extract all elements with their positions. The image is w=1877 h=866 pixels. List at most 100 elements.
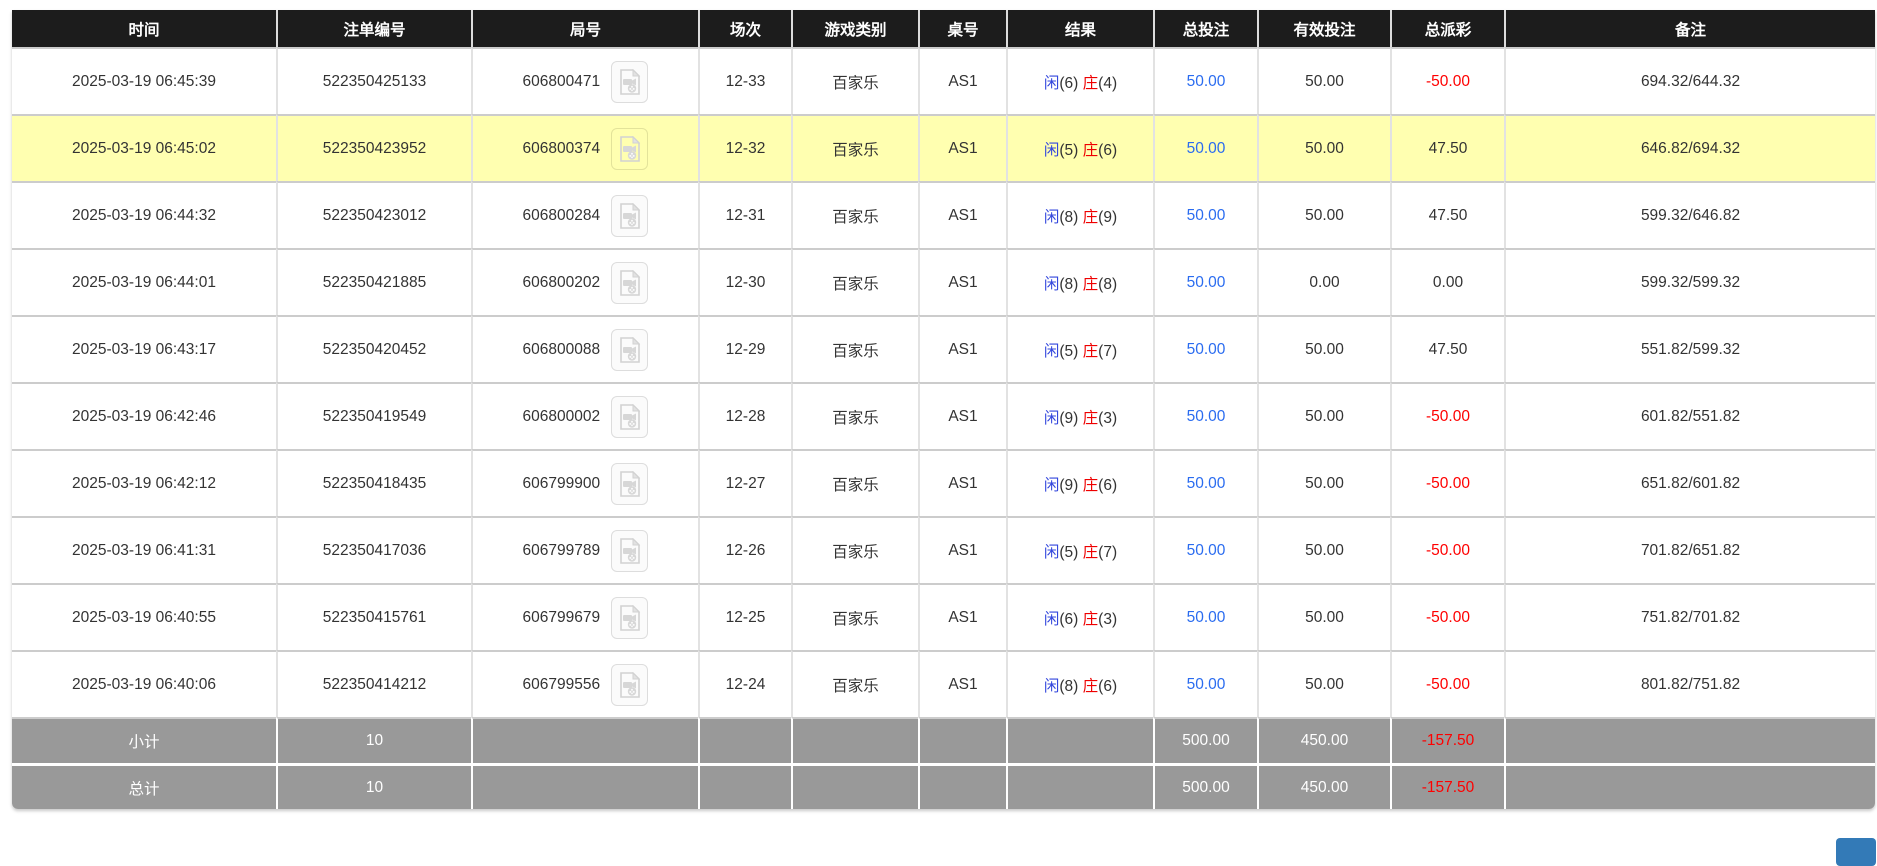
result-banker-label: 庄: [1083, 276, 1099, 293]
video-file-icon: [619, 538, 641, 564]
result-player-value: (9): [1059, 477, 1078, 494]
result-banker-value: (9): [1098, 209, 1117, 226]
result-player-label: 闲: [1044, 410, 1060, 427]
cell-bet-id: 522350419549: [276, 382, 471, 449]
table-footer: 小计10500.00450.00-157.50总计10500.00450.00-…: [12, 717, 1875, 809]
cell-round-no: 606799789: [471, 516, 698, 583]
cell-total-bet: 50.00: [1153, 114, 1257, 181]
cell-table-no: AS1: [918, 114, 1006, 181]
video-replay-button[interactable]: [611, 329, 648, 371]
video-file-icon: [619, 337, 641, 363]
cell-game-type: 百家乐: [791, 449, 918, 516]
result-banker-value: (3): [1098, 611, 1117, 628]
cell-valid-bet: 50.00: [1257, 583, 1390, 650]
round-number: 606800471: [523, 73, 601, 90]
cell-table-no: AS1: [918, 315, 1006, 382]
cell-bet-id: 522350415761: [276, 583, 471, 650]
subtotal-empty-cell-round-no: [471, 717, 698, 763]
subtotal-label: 小计: [12, 717, 276, 763]
video-replay-button[interactable]: [611, 597, 648, 639]
total-bet-link[interactable]: 50.00: [1187, 475, 1226, 492]
video-replay-button[interactable]: [611, 396, 648, 438]
header-payout: 总派彩: [1390, 10, 1504, 47]
cell-remark: 701.82/651.82: [1504, 516, 1875, 583]
cell-table-no: AS1: [918, 583, 1006, 650]
round-number: 606800088: [523, 341, 601, 358]
cell-payout: 47.50: [1390, 315, 1504, 382]
cell-remark: 551.82/599.32: [1504, 315, 1875, 382]
total-bet-link[interactable]: 50.00: [1187, 609, 1226, 626]
floating-action-button[interactable]: [1836, 838, 1876, 866]
bet-records-table: 时间 注单编号 局号 场次 游戏类别 桌号 结果 总投注 有效投注 总派彩 备注…: [12, 10, 1875, 809]
video-file-icon: [619, 672, 641, 698]
result-player-value: (8): [1059, 209, 1078, 226]
cell-time: 2025-03-19 06:40:06: [12, 650, 276, 717]
cell-bet-id: 522350417036: [276, 516, 471, 583]
subtotal-empty-cell-game-type: [791, 717, 918, 763]
cell-time: 2025-03-19 06:44:01: [12, 248, 276, 315]
cell-payout: -50.00: [1390, 650, 1504, 717]
cell-payout: 47.50: [1390, 114, 1504, 181]
video-replay-button[interactable]: [611, 195, 648, 237]
cell-payout: -50.00: [1390, 583, 1504, 650]
total-bet-link[interactable]: 50.00: [1187, 140, 1226, 157]
video-replay-button[interactable]: [611, 262, 648, 304]
total-bet-link[interactable]: 50.00: [1187, 341, 1226, 358]
video-replay-button[interactable]: [611, 463, 648, 505]
video-replay-button[interactable]: [611, 61, 648, 103]
video-file-icon: [619, 404, 641, 430]
cell-session: 12-30: [698, 248, 791, 315]
cell-valid-bet: 50.00: [1257, 516, 1390, 583]
subtotal-payout: -157.50: [1390, 717, 1504, 763]
cell-remark: 694.32/644.32: [1504, 47, 1875, 114]
cell-remark: 599.32/646.82: [1504, 181, 1875, 248]
table-row: 2025-03-19 06:44:01522350421885606800202…: [12, 248, 1875, 315]
cell-payout: 47.50: [1390, 181, 1504, 248]
result-banker-label: 庄: [1083, 678, 1099, 695]
video-replay-button[interactable]: [611, 664, 648, 706]
cell-session: 12-32: [698, 114, 791, 181]
total-bet-link[interactable]: 50.00: [1187, 676, 1226, 693]
total-bet-link[interactable]: 50.00: [1187, 542, 1226, 559]
cell-result: 闲(8) 庄(8): [1006, 248, 1153, 315]
video-replay-button[interactable]: [611, 530, 648, 572]
total-valid-bet: 450.00: [1257, 763, 1390, 809]
cell-valid-bet: 50.00: [1257, 47, 1390, 114]
result-player-label: 闲: [1044, 276, 1060, 293]
result-player-label: 闲: [1044, 142, 1060, 159]
total-row: 总计10500.00450.00-157.50: [12, 763, 1875, 809]
result-player-value: (6): [1059, 611, 1078, 628]
cell-total-bet: 50.00: [1153, 47, 1257, 114]
result-banker-value: (6): [1098, 142, 1117, 159]
result-player-value: (5): [1059, 142, 1078, 159]
total-bet-link[interactable]: 50.00: [1187, 274, 1226, 291]
cell-session: 12-28: [698, 382, 791, 449]
video-replay-button[interactable]: [611, 128, 648, 170]
total-bet-link[interactable]: 50.00: [1187, 207, 1226, 224]
cell-remark: 751.82/701.82: [1504, 583, 1875, 650]
cell-remark: 599.32/599.32: [1504, 248, 1875, 315]
cell-session: 12-33: [698, 47, 791, 114]
cell-game-type: 百家乐: [791, 181, 918, 248]
cell-game-type: 百家乐: [791, 583, 918, 650]
header-round-no: 局号: [471, 10, 698, 47]
cell-result: 闲(9) 庄(6): [1006, 449, 1153, 516]
total-bet-link[interactable]: 50.00: [1187, 408, 1226, 425]
subtotal-valid-bet: 450.00: [1257, 717, 1390, 763]
result-banker-label: 庄: [1083, 611, 1099, 628]
result-player-label: 闲: [1044, 678, 1060, 695]
table-row: 2025-03-19 06:40:06522350414212606799556…: [12, 650, 1875, 717]
result-player-value: (8): [1059, 678, 1078, 695]
subtotal-empty-cell-session: [698, 717, 791, 763]
round-number: 606799556: [523, 676, 601, 693]
cell-result: 闲(5) 庄(6): [1006, 114, 1153, 181]
result-banker-label: 庄: [1083, 209, 1099, 226]
result-banker-label: 庄: [1083, 410, 1099, 427]
total-bet-link[interactable]: 50.00: [1187, 73, 1226, 90]
table-header: 时间 注单编号 局号 场次 游戏类别 桌号 结果 总投注 有效投注 总派彩 备注: [12, 10, 1875, 47]
cell-time: 2025-03-19 06:45:39: [12, 47, 276, 114]
total-empty-cell-round-no: [471, 763, 698, 809]
cell-round-no: 606799679: [471, 583, 698, 650]
header-bet-id: 注单编号: [276, 10, 471, 47]
cell-remark: 601.82/551.82: [1504, 382, 1875, 449]
